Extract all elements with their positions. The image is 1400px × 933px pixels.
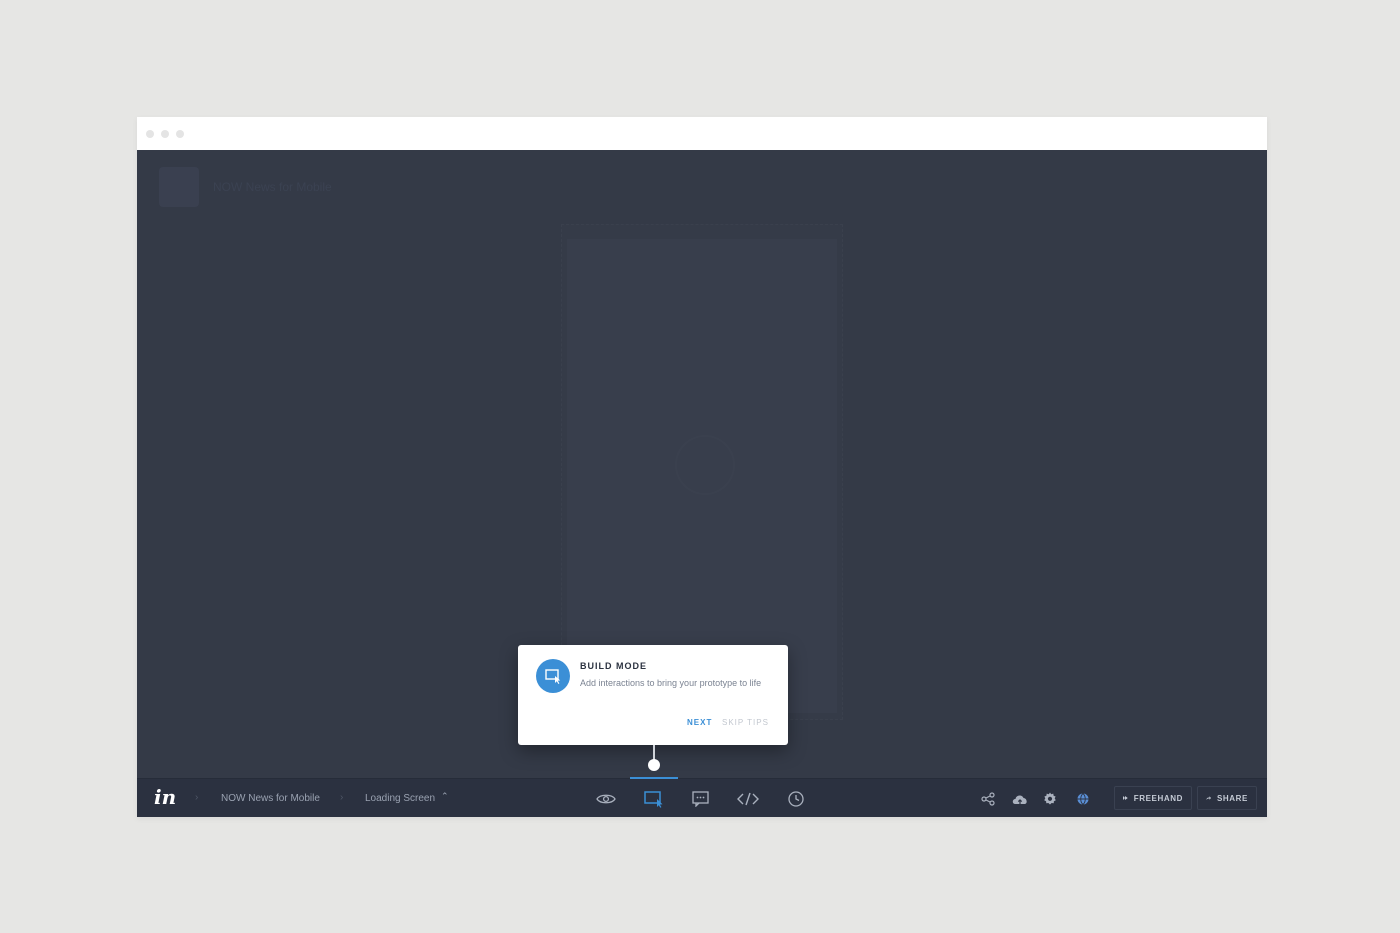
screen-dropdown-caret-icon[interactable]: ⌃	[441, 791, 449, 802]
gear-icon	[1044, 792, 1056, 805]
history-mode-button[interactable]	[784, 787, 808, 811]
tip-description: Add interactions to bring your prototype…	[580, 678, 762, 688]
build-cursor-icon	[644, 791, 663, 808]
window-titlebar	[137, 117, 1267, 150]
bottom-toolbar: in › NOW News for Mobile › Loading Scree…	[137, 777, 1267, 817]
app-window: NOW News for Mobile BUILD MODE Add inter…	[137, 117, 1267, 817]
share-network-icon	[981, 792, 995, 806]
build-mode-tip-card: BUILD MODE Add interactions to bring you…	[518, 645, 788, 745]
cloud-sync-button[interactable]	[1010, 789, 1030, 809]
window-close-dot[interactable]	[146, 130, 154, 138]
preview-mode-button[interactable]	[594, 787, 618, 811]
window-minimize-dot[interactable]	[161, 130, 169, 138]
invision-logo[interactable]: in	[154, 787, 176, 807]
comment-icon	[692, 791, 709, 807]
freehand-label: FREEHAND	[1133, 793, 1183, 803]
freehand-icon	[1123, 796, 1128, 800]
eye-icon	[596, 794, 616, 804]
comment-mode-button[interactable]	[689, 787, 713, 811]
build-mode-button[interactable]	[642, 787, 666, 811]
share-button[interactable]: SHARE	[1197, 786, 1257, 810]
chevron-right-icon: ›	[340, 792, 344, 803]
globe-icon	[1077, 793, 1089, 806]
code-icon	[737, 792, 759, 806]
cloud-sync-icon	[1012, 795, 1027, 804]
tip-next-button[interactable]: NEXT	[687, 718, 712, 727]
breadcrumb-project[interactable]: NOW News for Mobile	[221, 793, 320, 804]
build-mode-icon	[536, 659, 570, 693]
dimmed-project-header: NOW News for Mobile	[159, 167, 332, 207]
window-maximize-dot[interactable]	[176, 130, 184, 138]
settings-button[interactable]	[1040, 789, 1060, 809]
tip-skip-button[interactable]: SKIP TIPS	[722, 718, 769, 727]
clock-icon	[788, 791, 804, 807]
tip-pointer-knob	[648, 759, 660, 771]
share-arrow-icon	[1206, 796, 1211, 800]
inspect-mode-button[interactable]	[736, 787, 760, 811]
globe-button[interactable]	[1073, 789, 1093, 809]
loading-glyph	[675, 435, 735, 495]
freehand-button[interactable]: FREEHAND	[1114, 786, 1192, 810]
tip-title: BUILD MODE	[580, 661, 647, 671]
share-network-button[interactable]	[978, 789, 998, 809]
chevron-right-icon: ›	[195, 792, 199, 803]
project-thumbnail	[159, 167, 199, 207]
active-mode-indicator	[630, 777, 678, 779]
breadcrumb-screen[interactable]: Loading Screen	[365, 793, 435, 804]
screen-preview	[567, 239, 837, 713]
share-label: SHARE	[1216, 793, 1248, 803]
dimmed-project-title: NOW News for Mobile	[213, 180, 332, 194]
